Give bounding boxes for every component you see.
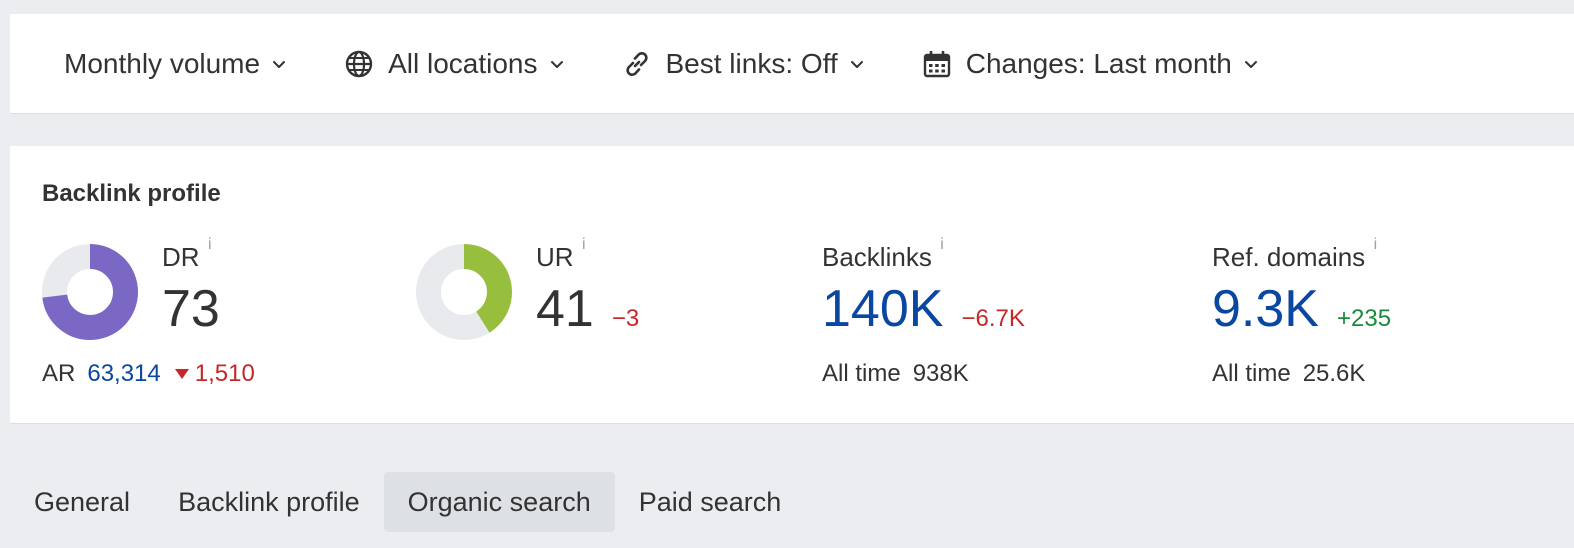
refdomains-value[interactable]: 9.3K bbox=[1212, 279, 1319, 339]
chevron-down-icon bbox=[272, 57, 286, 71]
info-icon: i bbox=[940, 236, 944, 253]
backlinks-alltime-row: All time 938K bbox=[822, 360, 969, 388]
ar-row: AR 63,314 1,510 bbox=[42, 360, 255, 388]
tab-backlink-profile[interactable]: Backlink profile bbox=[154, 472, 384, 532]
refdomains-alltime-row: All time 25.6K bbox=[1212, 360, 1365, 388]
info-icon: i bbox=[208, 236, 212, 253]
ar-value[interactable]: 63,314 bbox=[87, 360, 160, 388]
globe-icon bbox=[344, 49, 374, 79]
backlinks-alltime-label: All time bbox=[822, 360, 901, 387]
dr-label[interactable]: DR i bbox=[162, 236, 212, 273]
tab-general[interactable]: General bbox=[10, 472, 154, 532]
backlinks-alltime-value: 938K bbox=[912, 360, 969, 387]
refdomains-metric: Ref. domains i 9.3K +235 bbox=[1212, 236, 1392, 339]
calendar-icon bbox=[922, 49, 952, 79]
ur-label[interactable]: UR i bbox=[536, 236, 586, 273]
best-links-label: Best links: Off bbox=[665, 47, 838, 79]
ar-delta: 1,510 bbox=[194, 360, 255, 387]
monthly-volume-dropdown[interactable]: Monthly volume bbox=[64, 48, 286, 80]
ur-value: 41 bbox=[536, 280, 594, 338]
locations-label: All locations bbox=[388, 47, 538, 79]
changes-label: Changes: Last month bbox=[965, 47, 1232, 79]
refdomains-alltime-label: All time bbox=[1212, 360, 1291, 387]
backlink-profile-card: Backlink profile DR i 73 AR 63,314 1,510 … bbox=[10, 146, 1574, 424]
refdomains-label[interactable]: Ref. domains i bbox=[1212, 236, 1377, 273]
link-icon bbox=[622, 49, 652, 79]
backlinks-label[interactable]: Backlinks i bbox=[822, 236, 944, 273]
card-title: Backlink profile bbox=[42, 180, 221, 207]
ur-delta: −3 bbox=[611, 305, 640, 332]
locations-dropdown[interactable]: All locations bbox=[344, 48, 563, 80]
down-triangle-icon bbox=[174, 369, 189, 379]
chevron-down-icon bbox=[1244, 57, 1258, 71]
changes-dropdown[interactable]: Changes: Last month bbox=[922, 48, 1258, 80]
backlinks-value[interactable]: 140K bbox=[822, 279, 943, 339]
tab-paid-search[interactable]: Paid search bbox=[615, 472, 806, 532]
chevron-down-icon bbox=[850, 57, 864, 71]
tab-organic-search[interactable]: Organic search bbox=[383, 472, 615, 532]
filter-bar: Monthly volume All locations Best links:… bbox=[10, 14, 1574, 114]
dr-metric: DR i 73 bbox=[162, 236, 220, 339]
info-icon: i bbox=[1373, 236, 1378, 253]
dr-donut-chart bbox=[42, 244, 138, 340]
monthly-volume-label: Monthly volume bbox=[64, 47, 261, 79]
best-links-dropdown[interactable]: Best links: Off bbox=[622, 48, 864, 80]
ar-label: AR bbox=[42, 360, 76, 387]
chevron-down-icon bbox=[550, 57, 564, 71]
ur-metric: UR i 41 −3 bbox=[536, 236, 640, 339]
backlinks-metric: Backlinks i 140K −6.7K bbox=[822, 236, 1025, 339]
refdomains-alltime-value: 25.6K bbox=[1302, 360, 1366, 387]
refdomains-delta: +235 bbox=[1336, 305, 1392, 332]
info-icon: i bbox=[582, 236, 586, 253]
ur-donut-chart bbox=[416, 244, 512, 340]
backlinks-delta: −6.7K bbox=[961, 305, 1025, 332]
dr-value: 73 bbox=[162, 280, 220, 338]
report-tabs: General Backlink profile Organic search … bbox=[10, 472, 805, 532]
